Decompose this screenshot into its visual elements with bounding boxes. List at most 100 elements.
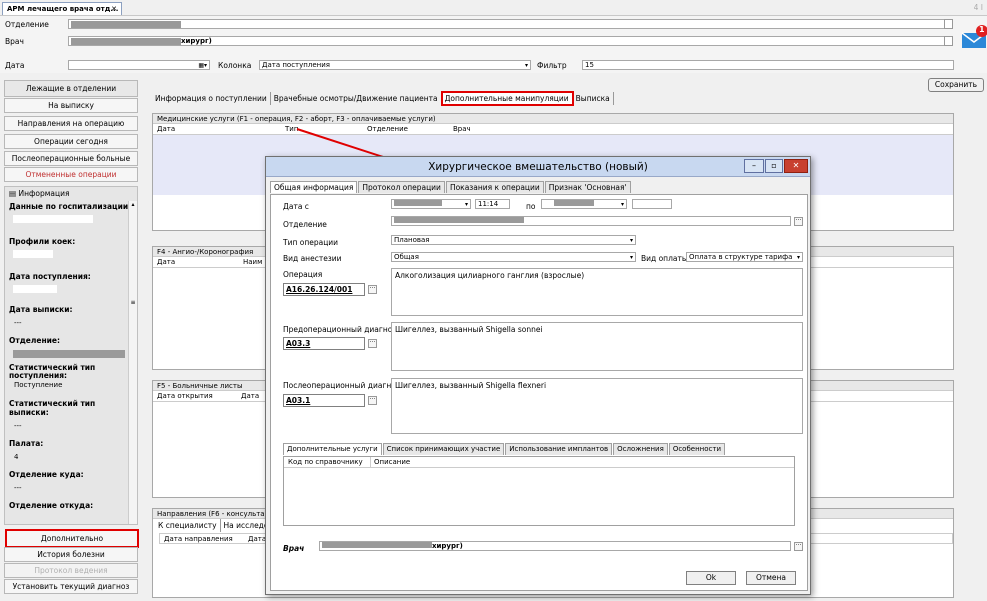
tab-features[interactable]: Особенности xyxy=(668,443,725,455)
info-key: Отделение откуда: xyxy=(9,501,94,510)
calendar-icon[interactable]: ▾ xyxy=(621,200,624,208)
tab-participants[interactable]: Список принимающих участие xyxy=(382,443,505,455)
doctor-picker-button[interactable] xyxy=(944,36,953,46)
col-department: Отделение xyxy=(367,125,408,133)
preop-text[interactable]: Шигеллез, вызванный Shigella sonnei xyxy=(391,322,803,371)
nav-inpatients[interactable]: Лежащие в отделении xyxy=(4,80,138,97)
department-label: Отделение xyxy=(5,20,49,29)
nav-postop-patients[interactable]: Послеоперационные больные xyxy=(4,151,138,166)
op-type-value: Плановая xyxy=(394,236,430,244)
dialog-body: Дата с ▾ 11:14 по ▾ Отделение ··· Тип оп… xyxy=(270,194,808,591)
department-field[interactable] xyxy=(391,216,791,226)
date-label: Дата xyxy=(5,61,25,70)
info-key: Дата поступления: xyxy=(9,272,91,281)
dialog-title: Хирургическое вмешательство (новый) xyxy=(428,161,648,173)
info-panel: ▤ Информация Данные по госпитализации: П… xyxy=(4,186,138,525)
tab-admission-info[interactable]: Информация о поступлении xyxy=(152,92,271,105)
info-redacted xyxy=(13,285,57,293)
col-direction-date: Дата направления xyxy=(164,535,233,543)
minimize-icon[interactable]: – xyxy=(744,159,764,173)
payment-value: Оплата в структуре тарифа xyxy=(689,253,793,261)
nav-case-history[interactable]: История болезни xyxy=(4,547,138,562)
tab-discharge[interactable]: Выписка xyxy=(573,92,614,105)
content-tabs: Информация о поступлении Врачебные осмотр… xyxy=(152,91,614,106)
doctor-field[interactable]: хирург) xyxy=(319,541,791,551)
tab-main-flag[interactable]: Признак 'Основная' xyxy=(544,181,631,193)
nav-surgery-referrals[interactable]: Направления на операцию xyxy=(4,116,138,131)
info-scrollbar[interactable]: ▴ ≡ xyxy=(128,201,137,524)
preop-picker-button[interactable]: ··· xyxy=(368,339,377,348)
operation-code[interactable]: A16.26.124/001 xyxy=(283,283,365,296)
mail-icon[interactable]: 1 xyxy=(961,24,987,50)
operation-text[interactable]: Алкоголизация цилиарного ганглия (взросл… xyxy=(391,268,803,316)
info-key: Профили коек: xyxy=(9,237,76,246)
col-doctor: Врач xyxy=(453,125,471,133)
payment-select[interactable]: Оплата в структуре тарифа ▾ xyxy=(686,252,803,262)
tab-operation-protocol[interactable]: Протокол операции xyxy=(358,181,445,193)
time-to-field[interactable] xyxy=(632,199,672,209)
info-value: --- xyxy=(14,422,22,430)
postop-code[interactable]: A03.1 xyxy=(283,394,365,407)
close-icon[interactable]: ✕ xyxy=(111,3,117,15)
window-tab[interactable]: АРМ лечащего врача отд... ✕ xyxy=(2,2,122,15)
operation-picker-button[interactable]: ··· xyxy=(368,285,377,294)
maximize-icon[interactable]: ▫ xyxy=(765,159,783,173)
ok-button[interactable]: Ok xyxy=(686,571,736,585)
column-select[interactable]: Дата поступления ▾ xyxy=(259,60,531,70)
close-icon[interactable]: ✕ xyxy=(784,159,808,173)
tab-general-info[interactable]: Общая информация xyxy=(270,181,358,193)
tab-implants[interactable]: Использование имплантов xyxy=(505,443,613,455)
time-field[interactable]: 11:14 xyxy=(475,199,510,209)
tab-specialist[interactable]: К специалисту xyxy=(155,519,221,532)
tab-additional-manipulations[interactable]: Дополнительные манипуляции xyxy=(440,91,574,106)
save-button[interactable]: Сохранить xyxy=(928,78,984,92)
nav-discharge[interactable]: На выписку xyxy=(4,98,138,113)
filter-input[interactable]: 15 xyxy=(582,60,954,70)
corner-label: 4 I xyxy=(973,3,983,12)
nav-additional[interactable]: Дополнительно xyxy=(5,529,139,548)
operation-label: Операция xyxy=(283,270,323,279)
chevron-down-icon: ▾ xyxy=(796,254,800,261)
calendar-icon[interactable]: ▾ xyxy=(465,200,468,208)
info-redacted xyxy=(13,350,125,358)
cancel-button[interactable]: Отмена xyxy=(746,571,796,585)
col-date: Дата xyxy=(157,258,176,266)
nav-cancelled-surgeries[interactable]: Отмененные операции xyxy=(4,167,138,182)
extra-services-grid[interactable]: Код по справочнику Описание xyxy=(283,456,795,526)
op-type-select[interactable]: Плановая ▾ xyxy=(391,235,636,245)
postop-text[interactable]: Шигеллез, вызванный Shigella flexneri xyxy=(391,378,803,434)
surgery-dialog: Хирургическое вмешательство (новый) – ▫ … xyxy=(265,156,811,595)
tab-indications[interactable]: Показания к операции xyxy=(445,181,544,193)
department-field[interactable] xyxy=(68,19,953,29)
date-field[interactable]: ▦▾ xyxy=(68,60,210,70)
tab-complications[interactable]: Осложнения xyxy=(613,443,668,455)
dialog-titlebar: Хирургическое вмешательство (новый) – ▫ … xyxy=(266,157,810,177)
calendar-icon[interactable]: ▦▾ xyxy=(198,61,207,69)
col-description: Описание xyxy=(370,457,410,468)
tab-extra-services[interactable]: Дополнительные услуги xyxy=(283,443,382,455)
date-from-field[interactable]: ▾ xyxy=(391,199,471,209)
dialog-tabs: Общая информация Протокол операции Показан… xyxy=(270,181,632,194)
nav-today-surgeries[interactable]: Операции сегодня xyxy=(4,134,138,149)
col-code: Код по справочнику xyxy=(288,458,363,466)
doctor-field[interactable]: хирург) xyxy=(68,36,953,46)
department-picker-button[interactable]: ··· xyxy=(794,217,803,226)
anesthesia-select[interactable]: Общая ▾ xyxy=(391,252,636,262)
postop-label: Послеоперационный диагноз xyxy=(283,381,400,390)
nav-protocol[interactable]: Протокол ведения xyxy=(4,563,138,578)
department-label: Отделение xyxy=(283,220,327,229)
filter-input-value: 15 xyxy=(585,61,594,69)
postop-picker-button[interactable]: ··· xyxy=(368,396,377,405)
date-to-field[interactable]: ▾ xyxy=(541,199,627,209)
tab-doctor-exams[interactable]: Врачебные осмотры/Движение пациента xyxy=(271,92,442,105)
filter-label: Фильтр xyxy=(537,61,567,70)
doctor-picker-button[interactable]: ··· xyxy=(794,542,803,551)
nav-set-diagnosis[interactable]: Установить текущий диагноз xyxy=(4,579,138,594)
info-key: Статистический тип поступления: xyxy=(9,363,96,380)
preop-code[interactable]: A03.3 xyxy=(283,337,365,350)
col-open-date: Дата открытия xyxy=(157,392,213,400)
info-header: ▤ Информация xyxy=(5,187,137,200)
col-date: Дата xyxy=(248,535,267,543)
info-key: Отделение: xyxy=(9,336,60,345)
department-picker-button[interactable] xyxy=(944,19,953,29)
